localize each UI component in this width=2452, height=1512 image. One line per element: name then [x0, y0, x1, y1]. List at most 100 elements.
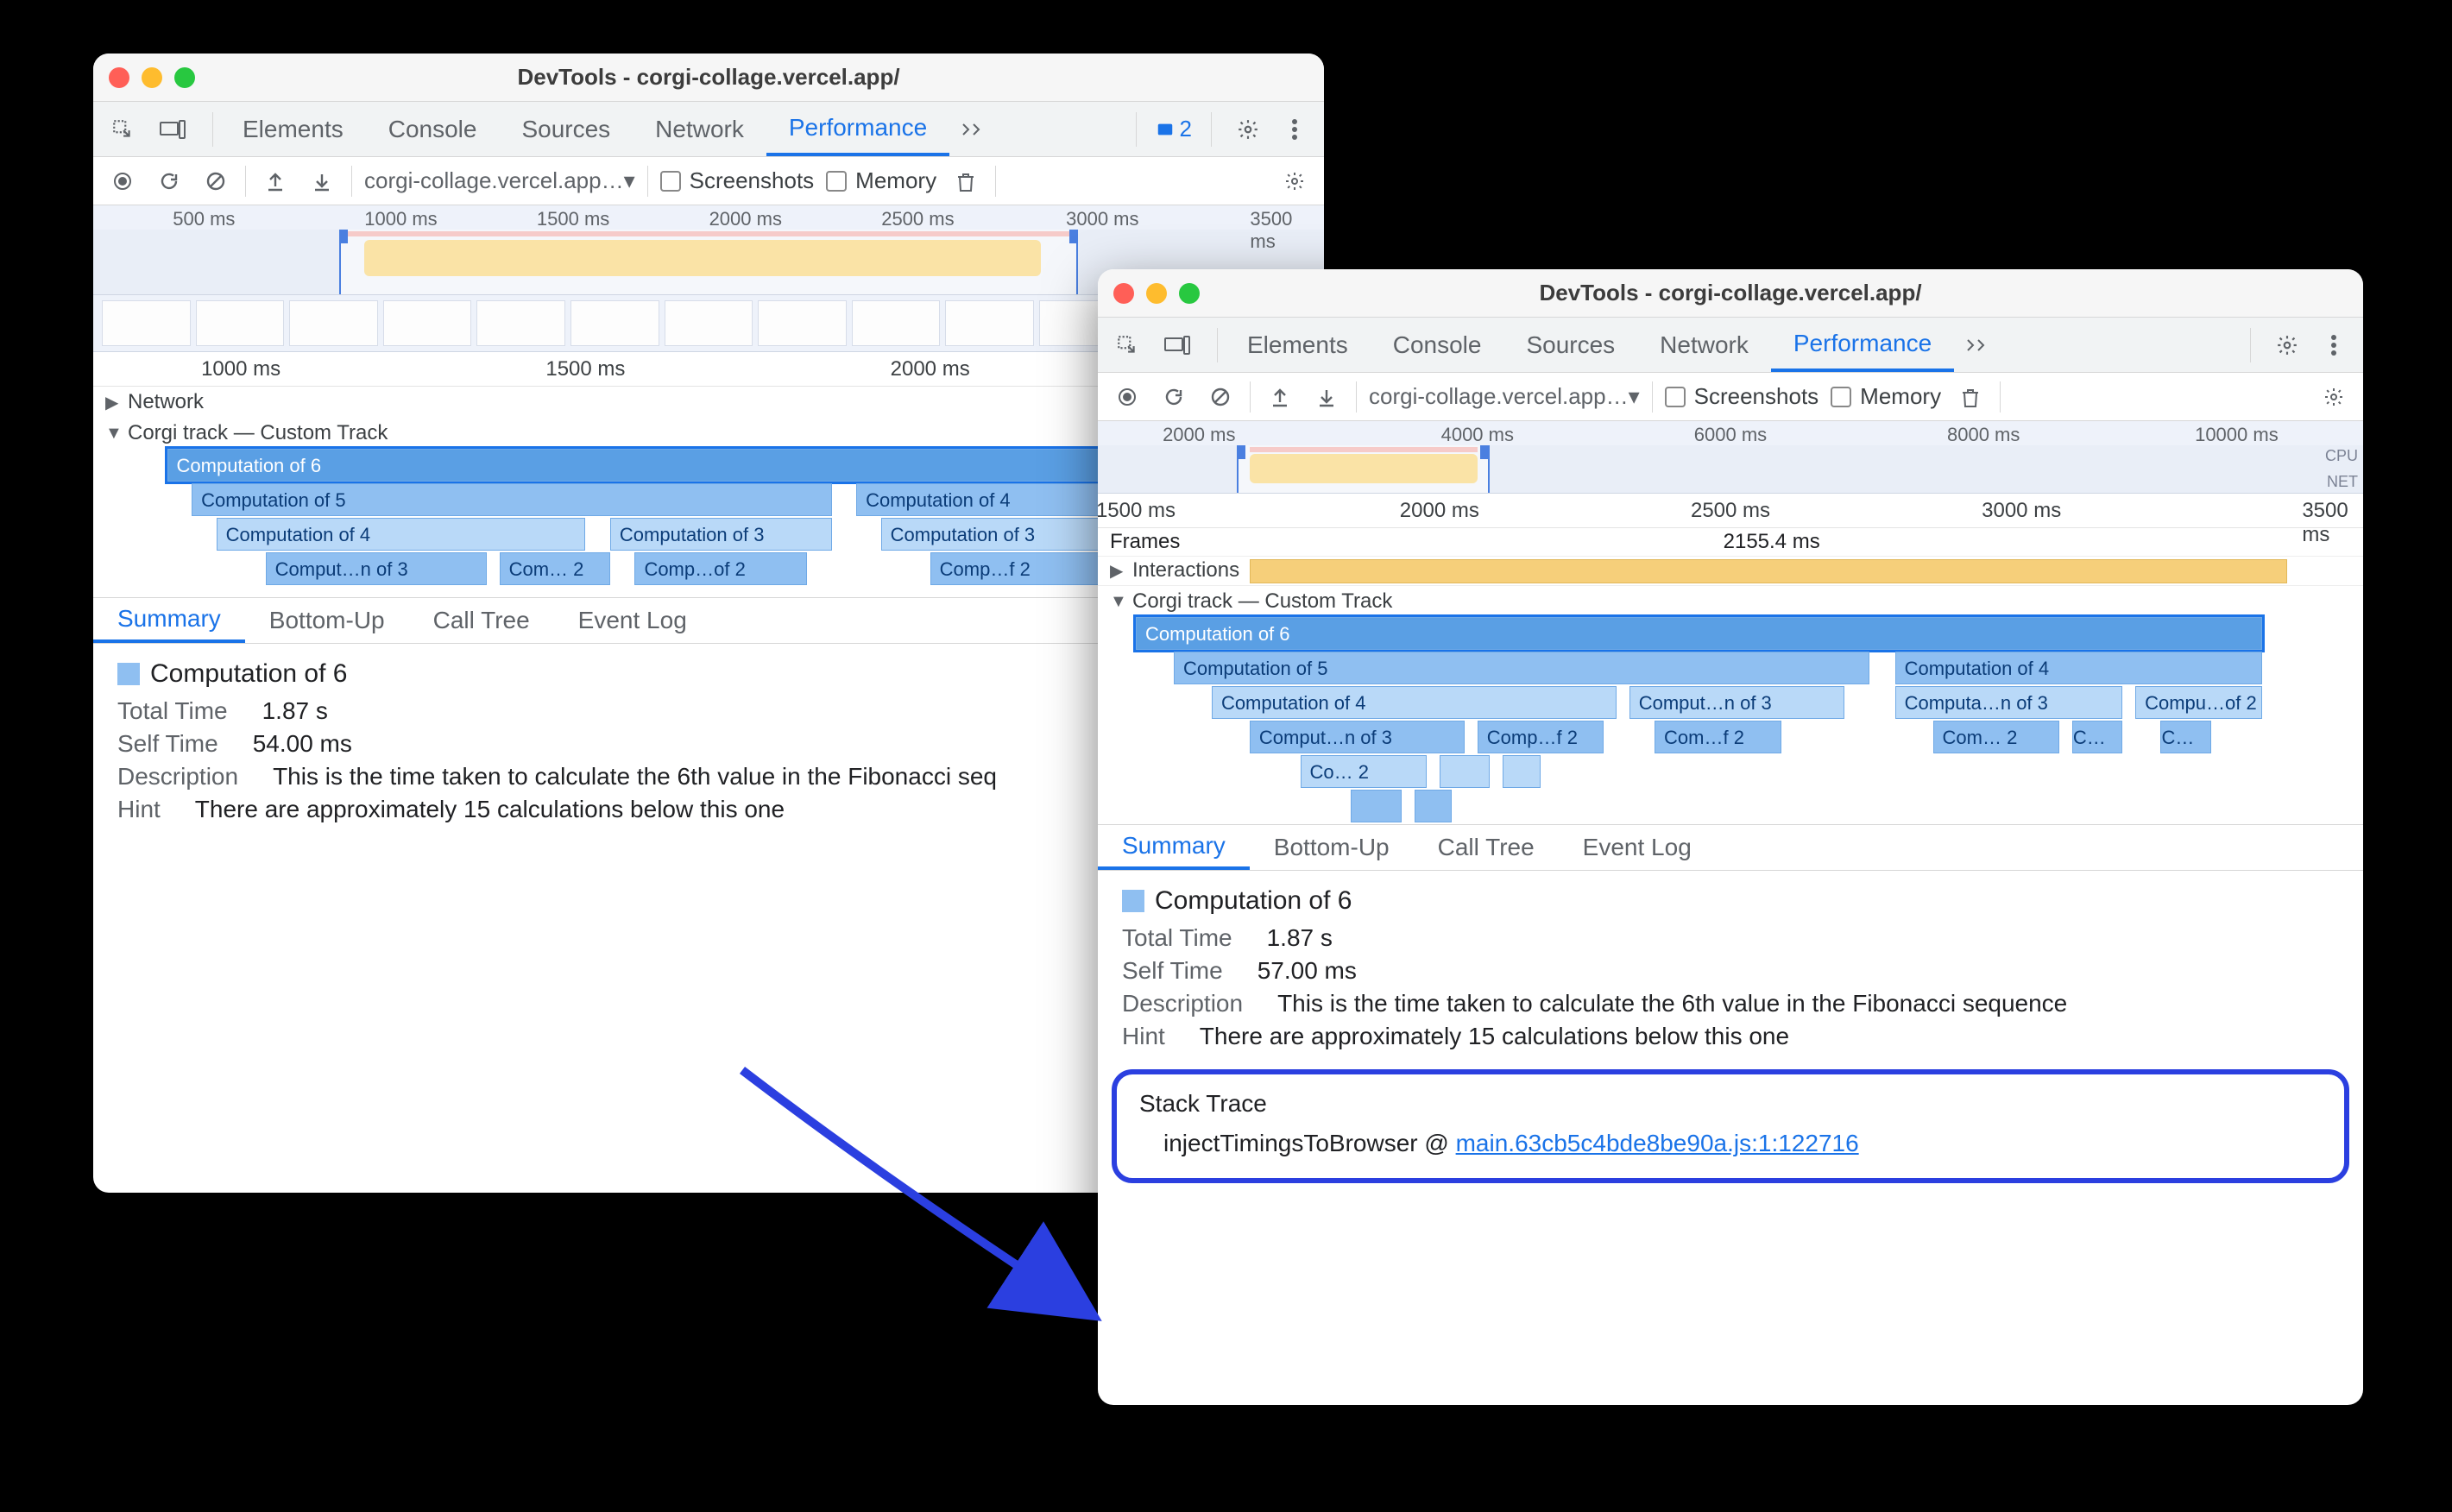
- window-close-button[interactable]: [109, 67, 129, 88]
- kebab-menu-icon[interactable]: [1277, 112, 1312, 147]
- window-minimize-button[interactable]: [1146, 283, 1167, 304]
- record-button[interactable]: [1110, 380, 1144, 414]
- toolbar-settings-icon[interactable]: [1277, 164, 1312, 198]
- tab-sources[interactable]: Sources: [1503, 318, 1637, 372]
- flame-bar[interactable]: Comp…of 2: [634, 552, 807, 585]
- flame-bar[interactable]: [1440, 755, 1491, 788]
- flame-bar[interactable]: Comput…n of 3: [1250, 721, 1465, 753]
- overview-ruler: 2000 ms 4000 ms 6000 ms 8000 ms 10000 ms: [1098, 421, 2363, 445]
- tab-event-log[interactable]: Event Log: [1559, 825, 1716, 870]
- upload-profile-icon[interactable]: [258, 164, 293, 198]
- flame-bar[interactable]: Comp…f 2: [1478, 721, 1604, 753]
- tab-bottom-up[interactable]: Bottom-Up: [245, 598, 409, 643]
- stack-trace-title: Stack Trace: [1139, 1090, 2322, 1118]
- tab-summary[interactable]: Summary: [93, 598, 245, 643]
- screenshots-checkbox[interactable]: Screenshots: [1665, 383, 1819, 410]
- summary-panel: Computation of 6 Total Time1.87 s Self T…: [1098, 871, 2363, 1059]
- tab-performance[interactable]: Performance: [1771, 318, 1954, 372]
- flame-bar[interactable]: Computation of 3: [610, 518, 832, 551]
- reload-record-button[interactable]: [1157, 380, 1191, 414]
- interactions-track[interactable]: ▶ Interactions: [1098, 557, 2363, 586]
- flame-chart[interactable]: Computation of 6 Computation of 5 Comput…: [1098, 617, 2363, 824]
- record-button[interactable]: [105, 164, 140, 198]
- garbage-collect-icon[interactable]: [1953, 380, 1988, 414]
- tab-elements[interactable]: Elements: [1225, 318, 1371, 372]
- settings-gear-icon[interactable]: [1231, 112, 1265, 147]
- flame-bar[interactable]: Computation of 4: [217, 518, 586, 551]
- flame-bar[interactable]: C…: [2072, 721, 2123, 753]
- issues-badge[interactable]: 2: [1156, 116, 1192, 142]
- flame-bar[interactable]: Computation of 5: [192, 483, 832, 516]
- interaction-bar[interactable]: [1250, 559, 2287, 583]
- flame-bar[interactable]: Computation of 4: [1212, 686, 1617, 719]
- tab-bottom-up[interactable]: Bottom-Up: [1250, 825, 1414, 870]
- flame-bar[interactable]: [1415, 790, 1453, 822]
- tab-event-log[interactable]: Event Log: [554, 598, 711, 643]
- frames-row[interactable]: Frames 2155.4 ms: [1098, 528, 2363, 557]
- window-zoom-button[interactable]: [174, 67, 195, 88]
- clear-button[interactable]: [1203, 380, 1238, 414]
- memory-checkbox[interactable]: Memory: [826, 167, 936, 194]
- flame-bar[interactable]: Comp…f 2: [930, 552, 1103, 585]
- flame-bar[interactable]: Com… 2: [1933, 721, 2060, 753]
- flame-bar[interactable]: Computation of 6: [1136, 617, 2262, 650]
- flame-bar[interactable]: Com… 2: [500, 552, 610, 585]
- tab-network[interactable]: Network: [633, 102, 766, 156]
- devtools-top-strip: Elements Console Sources Network Perform…: [1098, 318, 2363, 373]
- flame-bar[interactable]: Com…f 2: [1655, 721, 1781, 753]
- overview-ruler: 500 ms 1000 ms 1500 ms 2000 ms 2500 ms 3…: [93, 205, 1324, 230]
- tab-console[interactable]: Console: [1371, 318, 1504, 372]
- download-profile-icon[interactable]: [1309, 380, 1344, 414]
- tab-elements[interactable]: Elements: [220, 102, 366, 156]
- profile-url-select[interactable]: corgi-collage.vercel.app…▾: [364, 167, 635, 194]
- settings-gear-icon[interactable]: [2270, 328, 2304, 362]
- devtools-window-right: DevTools - corgi-collage.vercel.app/ Ele…: [1098, 269, 2363, 1405]
- flame-bar[interactable]: Comput…n of 3: [266, 552, 488, 585]
- toolbar-settings-icon[interactable]: [2316, 380, 2351, 414]
- download-profile-icon[interactable]: [305, 164, 339, 198]
- flame-bar[interactable]: [1351, 790, 1402, 822]
- clear-button[interactable]: [199, 164, 233, 198]
- flame-bar[interactable]: [1503, 755, 1541, 788]
- tab-console[interactable]: Console: [366, 102, 500, 156]
- color-chip: [117, 663, 140, 685]
- more-tabs-icon[interactable]: [1954, 318, 2001, 372]
- color-chip: [1122, 890, 1144, 912]
- custom-track-header[interactable]: ▼ Corgi track — Custom Track: [1098, 586, 2363, 617]
- flame-bar[interactable]: Computation of 5: [1174, 652, 1869, 684]
- memory-checkbox[interactable]: Memory: [1831, 383, 1941, 410]
- window-title: DevTools - corgi-collage.vercel.app/: [1098, 280, 2363, 306]
- screenshots-checkbox[interactable]: Screenshots: [660, 167, 815, 194]
- window-zoom-button[interactable]: [1179, 283, 1200, 304]
- upload-profile-icon[interactable]: [1263, 380, 1297, 414]
- tab-call-tree[interactable]: Call Tree: [1414, 825, 1559, 870]
- inspect-element-icon[interactable]: [1110, 328, 1144, 362]
- tab-call-tree[interactable]: Call Tree: [409, 598, 554, 643]
- more-tabs-icon[interactable]: [949, 102, 996, 156]
- kebab-menu-icon[interactable]: [2316, 328, 2351, 362]
- overview-timeline[interactable]: 2000 ms 4000 ms 6000 ms 8000 ms 10000 ms…: [1098, 421, 2363, 494]
- device-toolbar-icon[interactable]: [155, 112, 190, 147]
- window-close-button[interactable]: [1113, 283, 1134, 304]
- summary-heading: Computation of 6: [1122, 886, 2339, 916]
- reload-record-button[interactable]: [152, 164, 186, 198]
- garbage-collect-icon[interactable]: [949, 164, 983, 198]
- window-minimize-button[interactable]: [142, 67, 162, 88]
- flame-bar[interactable]: Computa…n of 3: [1895, 686, 2123, 719]
- tab-summary[interactable]: Summary: [1098, 825, 1250, 870]
- flame-bar[interactable]: Compu…of 2: [2135, 686, 2262, 719]
- flame-bar[interactable]: C…: [2160, 721, 2211, 753]
- traffic-lights: [1113, 283, 1200, 304]
- profile-url-select[interactable]: corgi-collage.vercel.app…▾: [1369, 383, 1640, 410]
- flame-bar[interactable]: Comput…n of 3: [1629, 686, 1844, 719]
- device-toolbar-icon[interactable]: [1160, 328, 1194, 362]
- tab-performance[interactable]: Performance: [766, 102, 949, 156]
- detail-ruler[interactable]: 1500 ms 2000 ms 2500 ms 3000 ms 3500 ms: [1098, 494, 2363, 528]
- flame-bar[interactable]: Computation of 4: [1895, 652, 2262, 684]
- tab-network[interactable]: Network: [1637, 318, 1771, 372]
- flame-bar[interactable]: Co… 2: [1301, 755, 1428, 788]
- stack-trace-source-link[interactable]: main.63cb5c4bde8be90a.js:1:122716: [1456, 1130, 1859, 1156]
- inspect-element-icon[interactable]: [105, 112, 140, 147]
- tab-sources[interactable]: Sources: [499, 102, 633, 156]
- disclosure-down-icon: ▼: [105, 424, 121, 444]
